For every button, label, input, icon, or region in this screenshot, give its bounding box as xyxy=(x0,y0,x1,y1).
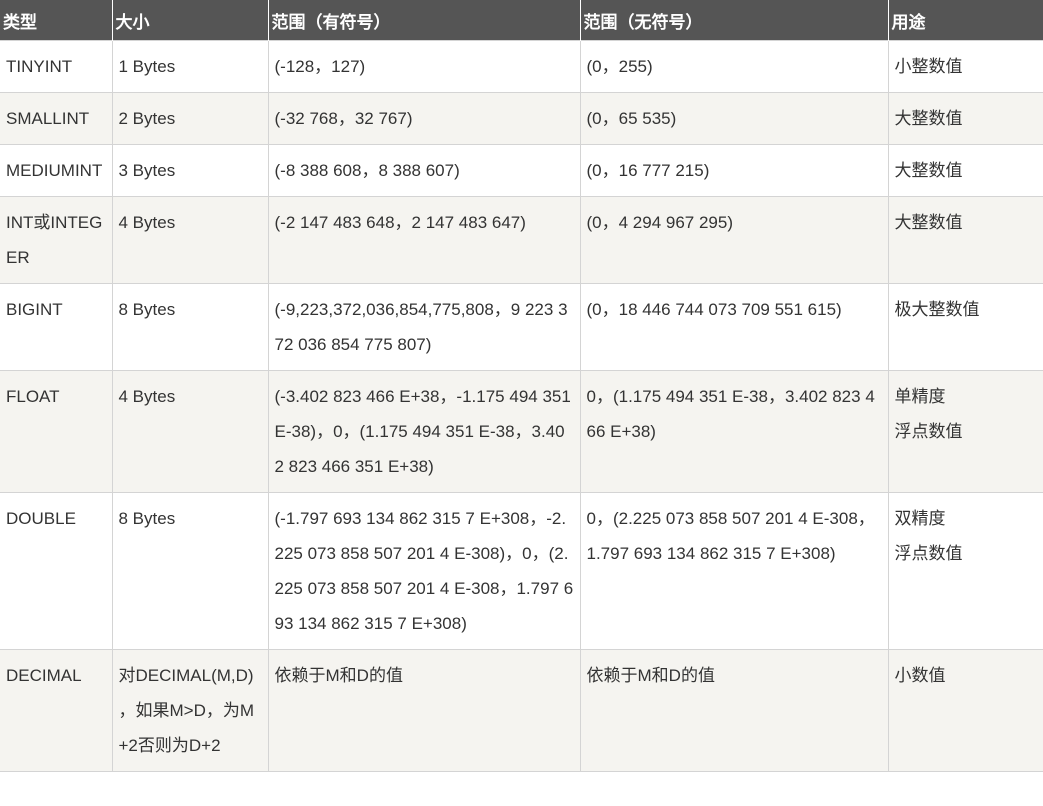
cell-type: DOUBLE xyxy=(0,492,113,650)
cell-size: 2 Bytes xyxy=(111,92,269,145)
cell-unsigned-range: (0，4 294 967 295) xyxy=(579,196,889,284)
header-type: 类型 xyxy=(0,0,113,41)
cell-usage: 大整数值 xyxy=(887,92,1043,145)
table-row: MEDIUMINT 3 Bytes (-8 388 608，8 388 607)… xyxy=(0,144,1043,197)
cell-type: MEDIUMINT xyxy=(0,144,113,197)
table-header-row: 类型 大小 范围（有符号） 范围（无符号） 用途 xyxy=(0,0,1043,41)
cell-unsigned-range: (0，255) xyxy=(579,40,889,93)
cell-unsigned-range: 0，(1.175 494 351 E-38，3.402 823 466 E+38… xyxy=(579,370,889,493)
header-signed-range: 范围（有符号） xyxy=(267,0,581,41)
cell-size: 8 Bytes xyxy=(111,283,269,371)
cell-signed-range: (-1.797 693 134 862 315 7 E+308，-2.225 0… xyxy=(267,492,581,650)
table-row: TINYINT 1 Bytes (-128，127) (0，255) 小整数值 xyxy=(0,40,1043,93)
cell-signed-range: (-8 388 608，8 388 607) xyxy=(267,144,581,197)
header-unsigned-range: 范围（无符号） xyxy=(579,0,889,41)
cell-usage: 小整数值 xyxy=(887,40,1043,93)
cell-type: DECIMAL xyxy=(0,649,113,772)
cell-usage: 大整数值 xyxy=(887,196,1043,284)
table-row: DECIMAL 对DECIMAL(M,D) ，如果M>D，为M+2否则为D+2 … xyxy=(0,649,1043,772)
cell-type: INT或INTEGER xyxy=(0,196,113,284)
cell-signed-range: 依赖于M和D的值 xyxy=(267,649,581,772)
cell-size: 3 Bytes xyxy=(111,144,269,197)
cell-usage: 小数值 xyxy=(887,649,1043,772)
table-row: INT或INTEGER 4 Bytes (-2 147 483 648，2 14… xyxy=(0,196,1043,284)
cell-signed-range: (-32 768，32 767) xyxy=(267,92,581,145)
mysql-numeric-types-table: 类型 大小 范围（有符号） 范围（无符号） 用途 TINYINT 1 Bytes… xyxy=(0,0,1043,772)
table-row: BIGINT 8 Bytes (-9,223,372,036,854,775,8… xyxy=(0,283,1043,371)
cell-size: 8 Bytes xyxy=(111,492,269,650)
cell-usage: 大整数值 xyxy=(887,144,1043,197)
header-usage: 用途 xyxy=(887,0,1043,41)
cell-signed-range: (-128，127) xyxy=(267,40,581,93)
cell-size: 对DECIMAL(M,D) ，如果M>D，为M+2否则为D+2 xyxy=(111,649,269,772)
cell-type: FLOAT xyxy=(0,370,113,493)
cell-size: 4 Bytes xyxy=(111,370,269,493)
cell-size: 4 Bytes xyxy=(111,196,269,284)
cell-unsigned-range: 0，(2.225 073 858 507 201 4 E-308，1.797 6… xyxy=(579,492,889,650)
cell-unsigned-range: (0，65 535) xyxy=(579,92,889,145)
cell-type: SMALLINT xyxy=(0,92,113,145)
cell-size: 1 Bytes xyxy=(111,40,269,93)
cell-signed-range: (-2 147 483 648，2 147 483 647) xyxy=(267,196,581,284)
header-size: 大小 xyxy=(111,0,269,41)
cell-type: BIGINT xyxy=(0,283,113,371)
cell-signed-range: (-9,223,372,036,854,775,808，9 223 372 03… xyxy=(267,283,581,371)
cell-usage: 双精度 浮点数值 xyxy=(887,492,1043,650)
cell-usage: 单精度 浮点数值 xyxy=(887,370,1043,493)
cell-unsigned-range: (0，16 777 215) xyxy=(579,144,889,197)
table-row: SMALLINT 2 Bytes (-32 768，32 767) (0，65 … xyxy=(0,92,1043,145)
cell-unsigned-range: (0，18 446 744 073 709 551 615) xyxy=(579,283,889,371)
cell-usage: 极大整数值 xyxy=(887,283,1043,371)
cell-type: TINYINT xyxy=(0,40,113,93)
table-row: DOUBLE 8 Bytes (-1.797 693 134 862 315 7… xyxy=(0,492,1043,650)
cell-unsigned-range: 依赖于M和D的值 xyxy=(579,649,889,772)
table-row: FLOAT 4 Bytes (-3.402 823 466 E+38，-1.17… xyxy=(0,370,1043,493)
cell-signed-range: (-3.402 823 466 E+38，-1.175 494 351 E-38… xyxy=(267,370,581,493)
